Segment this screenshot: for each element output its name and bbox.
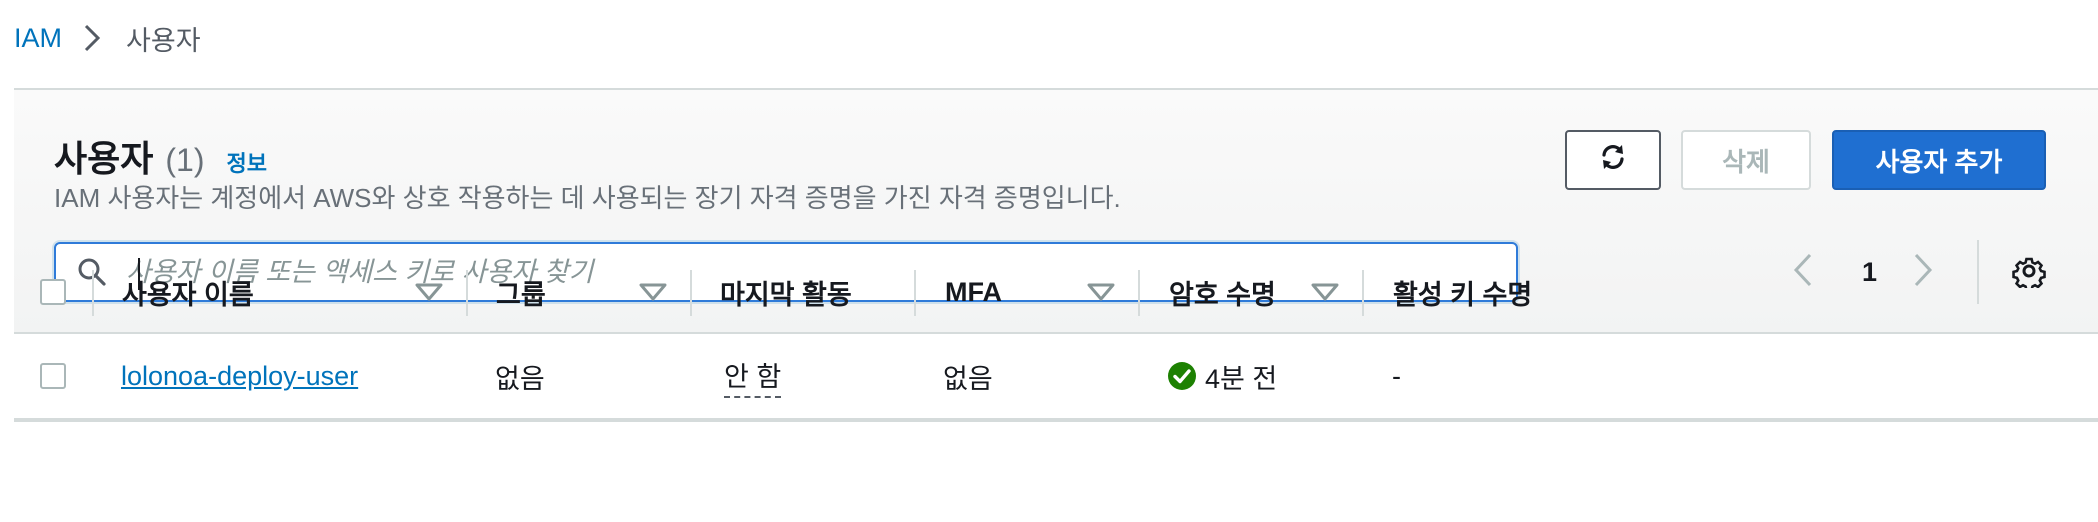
column-label: 암호 수명: [1169, 279, 1276, 310]
last-activity-value[interactable]: 안 함: [724, 355, 782, 398]
row-checkbox[interactable]: [40, 363, 66, 389]
sort-down-icon[interactable]: [414, 280, 444, 304]
page-description: IAM 사용자는 계정에서 AWS와 상호 작용하는 데 사용되는 장기 자격 …: [54, 183, 1121, 213]
delete-button[interactable]: 삭제: [1681, 130, 1811, 190]
group-cell: 없음: [495, 363, 545, 394]
breadcrumb-iam-link[interactable]: IAM: [14, 23, 62, 54]
column-divider: [1362, 270, 1364, 316]
column-divider: [914, 270, 916, 316]
users-panel: 사용자 (1) 정보 IAM 사용자는 계정에서 AWS와 상호 작용하는 데 …: [14, 88, 2098, 522]
column-divider: [92, 270, 94, 316]
column-header-username[interactable]: 사용자 이름: [122, 250, 254, 334]
breadcrumb: IAM 사용자: [14, 18, 201, 58]
sort-down-icon[interactable]: [1310, 280, 1340, 304]
column-header-last-activity: 마지막 활동: [720, 250, 852, 334]
chevron-right-icon: [72, 18, 112, 58]
refresh-button[interactable]: [1565, 130, 1661, 190]
user-count: (1): [165, 142, 205, 178]
column-header-password-age[interactable]: 암호 수명: [1169, 250, 1276, 334]
table-row: lolonoa-deploy-user 없음 안 함 없음 4분 전 -: [14, 334, 2098, 422]
mfa-cell: 없음: [943, 363, 993, 394]
column-label: MFA: [945, 276, 1002, 307]
column-header-mfa[interactable]: MFA: [945, 250, 1002, 334]
panel-header: 사용자 (1) 정보 IAM 사용자는 계정에서 AWS와 상호 작용하는 데 …: [14, 90, 2098, 334]
refresh-icon: [1598, 142, 1628, 179]
page-title: 사용자: [54, 138, 154, 179]
select-all-cell: [40, 250, 66, 334]
active-key-age-cell: -: [1392, 360, 1401, 391]
title-row: 사용자 (1) 정보: [54, 130, 267, 182]
breadcrumb-current: 사용자: [126, 25, 201, 56]
password-age-cell: 4분 전: [1167, 334, 1277, 418]
column-divider: [1138, 270, 1140, 316]
last-activity-cell: 안 함: [724, 334, 782, 418]
column-header-group[interactable]: 그룹: [496, 250, 546, 334]
column-divider: [690, 270, 692, 316]
password-age-status: 4분 전: [1167, 357, 1277, 396]
success-check-icon: [1168, 362, 1196, 390]
column-label: 사용자 이름: [122, 279, 254, 310]
column-header-active-key-age: 활성 키 수명: [1393, 250, 1532, 334]
column-divider: [466, 270, 468, 316]
username-link[interactable]: lolonoa-deploy-user: [121, 361, 358, 392]
info-link[interactable]: 정보: [226, 146, 266, 178]
sort-down-icon[interactable]: [638, 280, 668, 304]
select-all-checkbox[interactable]: [40, 279, 66, 305]
password-age-value: 4분 전: [1205, 363, 1278, 394]
column-label: 활성 키 수명: [1393, 279, 1533, 310]
column-label: 마지막 활동: [720, 279, 852, 310]
row-select-cell: [40, 334, 66, 418]
add-user-button[interactable]: 사용자 추가: [1832, 130, 2046, 190]
column-label: 그룹: [496, 279, 546, 310]
sort-down-icon[interactable]: [1086, 280, 1116, 304]
username-cell: lolonoa-deploy-user: [121, 334, 358, 418]
table-header: 사용자 이름 그룹 마지막 활동 MFA 암호 수명 활성 키 수명: [14, 250, 2098, 334]
